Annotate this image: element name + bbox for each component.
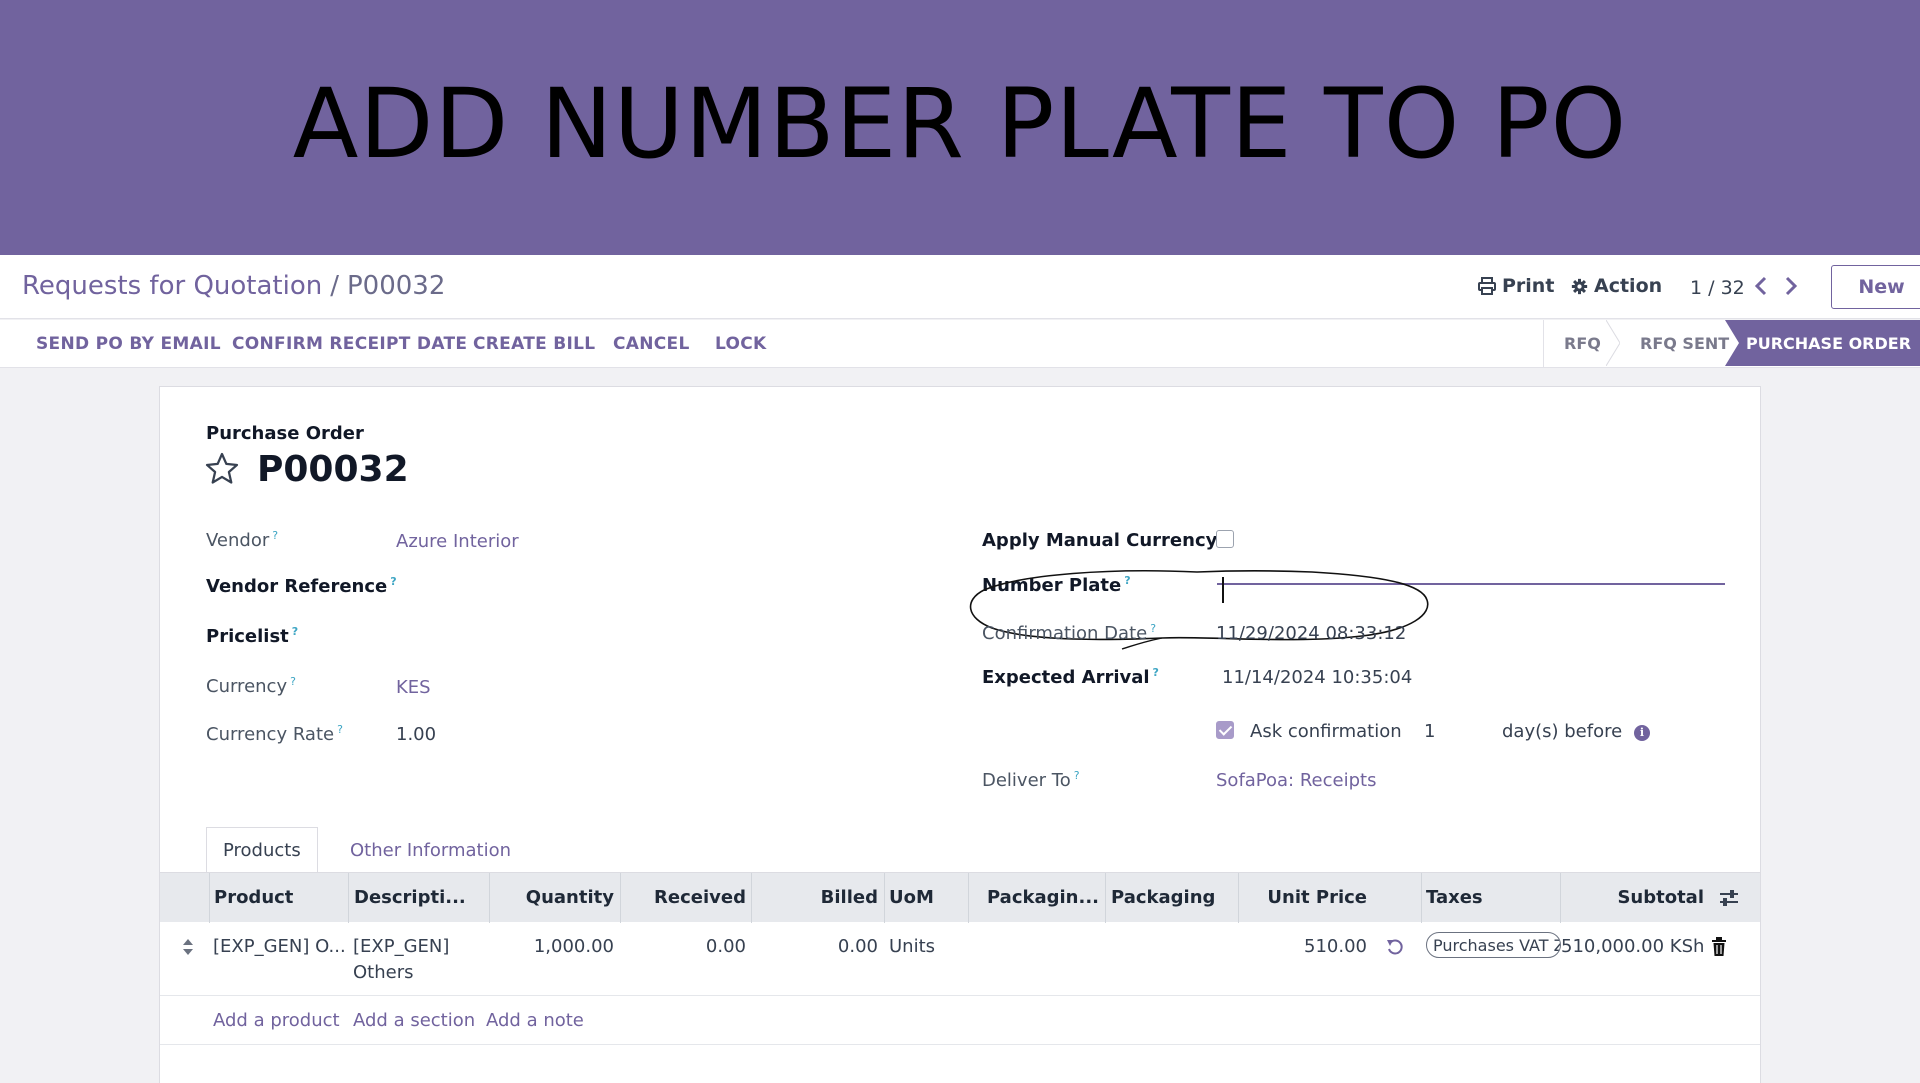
statusbar (1543, 320, 1544, 368)
status-rfq[interactable]: RFQ (1564, 334, 1601, 353)
vendor-label: Vendor? (206, 529, 279, 551)
print-button[interactable]: Print (1478, 275, 1554, 297)
column-uom[interactable]: UoM (889, 887, 934, 908)
document-type-label: Purchase Order (206, 423, 364, 444)
deliver-to-label: Deliver To? (982, 769, 1080, 791)
cell-unit-price[interactable]: 510.00 (1239, 936, 1367, 957)
info-icon[interactable]: i (1634, 725, 1650, 741)
column-description[interactable]: Descripti... (354, 887, 466, 908)
star-icon[interactable] (204, 451, 240, 487)
column-unit-price[interactable]: Unit Price (1239, 887, 1367, 908)
expected-arrival-label: Expected Arrival? (982, 666, 1159, 688)
cell-subtotal: 510,000.00 KSh (1561, 936, 1705, 957)
pricelist-input[interactable] (396, 623, 826, 651)
pager-value[interactable]: 1 / 32 (1690, 277, 1745, 299)
column-packaging-qty[interactable]: Packagin... (969, 887, 1099, 908)
vendor-field[interactable]: Azure Interior (396, 531, 519, 552)
currency-field[interactable]: KES (396, 677, 431, 698)
breadcrumb: Requests for Quotation / P00032 (22, 271, 445, 301)
currency-rate-field[interactable]: 1.00 (396, 724, 436, 745)
tax-tag[interactable]: Purchases VAT Z (1426, 932, 1561, 958)
printer-icon (1478, 277, 1496, 295)
table-row[interactable]: [EXP_GEN] O... [EXP_GEN] Others 1,000.00… (160, 922, 1760, 996)
add-line-row: Add a product Add a section Add a note (160, 997, 1760, 1045)
control-panel: Requests for Quotation / P00032 Print Acti… (0, 255, 1920, 319)
reset-price-icon[interactable] (1385, 937, 1405, 957)
tab-products[interactable]: Products (206, 827, 318, 873)
cell-description-line1[interactable]: [EXP_GEN] (353, 936, 449, 957)
currency-rate-label: Currency Rate? (206, 723, 343, 745)
column-billed[interactable]: Billed (752, 887, 878, 908)
trash-icon[interactable] (1711, 937, 1727, 957)
form-sheet: Purchase Order P00032 Vendor? Azure Inte… (159, 386, 1761, 1083)
print-label: Print (1502, 275, 1555, 297)
cell-uom[interactable]: Units (889, 936, 935, 957)
ask-confirmation-label: Ask confirmation (1250, 721, 1402, 742)
action-button[interactable]: Action (1571, 275, 1662, 297)
pager-next-icon[interactable] (1781, 274, 1801, 298)
status-separator (1606, 320, 1620, 366)
days-before-label: day(s) before (1502, 721, 1623, 742)
cancel-button[interactable]: CANCEL (613, 334, 690, 354)
vendor-reference-input[interactable] (396, 573, 826, 601)
action-bar: SEND PO BY EMAIL CONFIRM RECEIPT DATE CR… (0, 320, 1920, 368)
vendor-reference-label: Vendor Reference? (206, 575, 397, 597)
cell-description-line2[interactable]: Others (353, 962, 414, 983)
breadcrumb-parent-link[interactable]: Requests for Quotation (22, 271, 322, 301)
gear-icon (1571, 278, 1588, 294)
cell-quantity[interactable]: 1,000.00 (490, 936, 614, 957)
add-section-link[interactable]: Add a section (353, 1010, 475, 1031)
confirm-receipt-date-button[interactable]: CONFIRM RECEIPT DATE (232, 334, 467, 354)
document-name: P00032 (257, 449, 409, 490)
apply-manual-currency-label: Apply Manual Currency? (982, 529, 1227, 551)
apply-manual-currency-checkbox[interactable] (1216, 530, 1234, 548)
banner-title: ADD NUMBER PLATE TO PO (292, 68, 1628, 180)
cell-product[interactable]: [EXP_GEN] O... (213, 936, 346, 957)
order-lines-header: Product Descripti... Quantity Received B… (160, 872, 1760, 923)
ask-confirmation-checkbox[interactable] (1216, 721, 1234, 739)
action-label: Action (1594, 275, 1663, 297)
new-button[interactable]: New (1831, 265, 1920, 309)
column-taxes[interactable]: Taxes (1426, 887, 1483, 908)
deliver-to-field[interactable]: SofaPoa: Receipts (1216, 770, 1376, 791)
column-received[interactable]: Received (621, 887, 746, 908)
tab-other-information[interactable]: Other Information (334, 827, 527, 873)
pricelist-label: Pricelist? (206, 625, 299, 647)
pager-previous-icon[interactable] (1751, 274, 1771, 298)
status-purchase-order[interactable]: PURCHASE ORDER (1725, 320, 1920, 366)
send-po-by-email-button[interactable]: SEND PO BY EMAIL (36, 334, 221, 354)
column-quantity[interactable]: Quantity (490, 887, 614, 908)
column-packaging[interactable]: Packaging (1111, 887, 1215, 908)
currency-label: Currency? (206, 675, 296, 697)
confirmation-date-field[interactable]: 11/29/2024 08:33:12 (1216, 623, 1406, 644)
status-rfq-sent[interactable]: RFQ SENT (1640, 334, 1729, 353)
create-bill-button[interactable]: CREATE BILL (473, 334, 595, 354)
column-product[interactable]: Product (214, 887, 293, 908)
breadcrumb-current: P00032 (346, 271, 446, 301)
cell-billed[interactable]: 0.00 (752, 936, 878, 957)
lock-button[interactable]: LOCK (715, 334, 767, 354)
optional-columns-icon[interactable] (1718, 888, 1740, 908)
add-note-link[interactable]: Add a note (486, 1010, 584, 1031)
add-product-link[interactable]: Add a product (213, 1010, 340, 1031)
confirmation-date-label: Confirmation Date? (982, 622, 1157, 644)
breadcrumb-separator: / (330, 271, 339, 301)
expected-arrival-field[interactable]: 11/14/2024 10:35:04 (1222, 667, 1412, 688)
column-subtotal[interactable]: Subtotal (1561, 887, 1704, 908)
drag-handle-icon[interactable] (182, 938, 194, 956)
ask-confirmation-days-input[interactable]: 1 (1424, 721, 1435, 742)
cell-received[interactable]: 0.00 (621, 936, 746, 957)
title-banner: ADD NUMBER PLATE TO PO (0, 0, 1920, 255)
